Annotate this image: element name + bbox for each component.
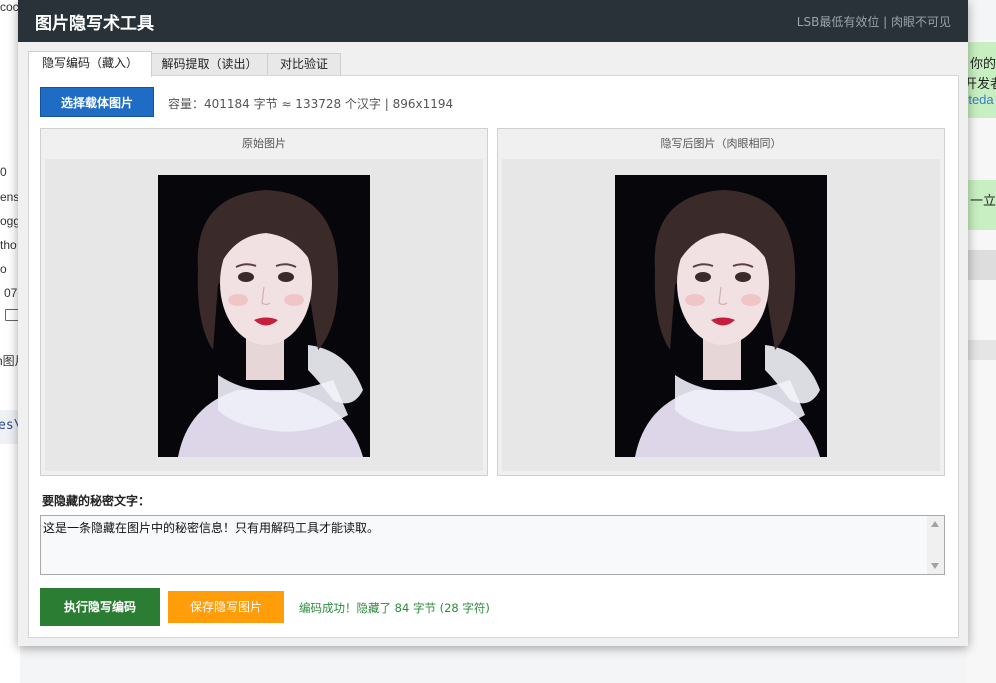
bg-fragment: 07 (4, 286, 18, 300)
secret-text-input[interactable]: 这是一条隐藏在图片中的秘密信息！只有用解码工具才能读取。 (41, 516, 927, 574)
scroll-down-arrow-icon[interactable] (931, 563, 939, 569)
background-right-window: 你的 开发者 rteda 一立 (966, 40, 996, 683)
select-carrier-image-button[interactable]: 选择载体图片 (40, 87, 154, 117)
textarea-scrollbar[interactable] (927, 516, 944, 574)
window-content: 隐写编码（藏入） 解码提取（读出） 对比验证 选择载体图片 容量：401184 … (18, 42, 968, 646)
bg-fragment: 一立 (970, 193, 996, 208)
tab-decode[interactable]: 解码提取（读出） (149, 53, 270, 76)
bg-fragment: o (0, 262, 7, 276)
bg-fragment: h图片 (0, 354, 20, 368)
encode-status-message: 编码成功！隐藏了 84 字节 (28 字符) (299, 601, 490, 615)
bg-code-line: es\ (0, 410, 20, 444)
app-title: 图片隐写术工具 (35, 14, 154, 34)
execute-encode-button[interactable]: 执行隐写编码 (40, 588, 160, 626)
title-bar: 图片隐写术工具 LSB最低有效位 | 肉眼不可见 (18, 0, 968, 42)
bg-thumbnail (968, 340, 996, 360)
portrait-illustration (158, 175, 370, 457)
tab-encode[interactable]: 隐写编码（藏入） (28, 51, 152, 77)
original-image-box: 原始图片 (40, 128, 488, 476)
bg-fragment: rteda (966, 92, 994, 107)
portrait-illustration (615, 175, 827, 457)
bg-thumbnail (968, 250, 996, 280)
bg-fragment: ens (0, 190, 20, 204)
stego-image-area (502, 159, 940, 471)
bg-fragment: tho (0, 238, 17, 252)
bg-fragment: 开发者 (966, 76, 996, 91)
stego-image-caption: 隐写后图片（肉眼相同） (660, 137, 782, 150)
bg-fragment: 0 (0, 165, 7, 179)
background-left-window: coc 0 ens ogg tho o 07 h图片 es\ (0, 0, 20, 683)
capacity-info: 容量：401184 字节 ≈ 133728 个汉字 | 896x1194 (168, 97, 454, 111)
encode-panel: 选择载体图片 容量：401184 字节 ≈ 133728 个汉字 | 896x1… (28, 75, 959, 638)
stego-image-box: 隐写后图片（肉眼相同） (497, 128, 945, 476)
bg-fragment: ogg (0, 214, 20, 228)
scroll-up-arrow-icon[interactable] (931, 521, 939, 527)
stego-portrait-image (615, 175, 827, 457)
secret-text-container: 这是一条隐藏在图片中的秘密信息！只有用解码工具才能读取。 (40, 515, 945, 575)
original-portrait-image (158, 175, 370, 457)
bg-fragment: coc (0, 0, 19, 14)
stego-tool-window: 图片隐写术工具 LSB最低有效位 | 肉眼不可见 隐写编码（藏入） 解码提取（读… (18, 0, 968, 646)
tab-compare[interactable]: 对比验证 (267, 53, 341, 76)
save-stego-image-button[interactable]: 保存隐写图片 (168, 591, 284, 623)
app-subtitle: LSB最低有效位 | 肉眼不可见 (796, 15, 951, 29)
original-image-caption: 原始图片 (242, 137, 286, 150)
bg-fragment: 你的 (970, 56, 996, 71)
folder-icon (5, 309, 19, 321)
original-image-area (45, 159, 483, 471)
secret-text-label: 要隐藏的秘密文字： (42, 494, 151, 508)
